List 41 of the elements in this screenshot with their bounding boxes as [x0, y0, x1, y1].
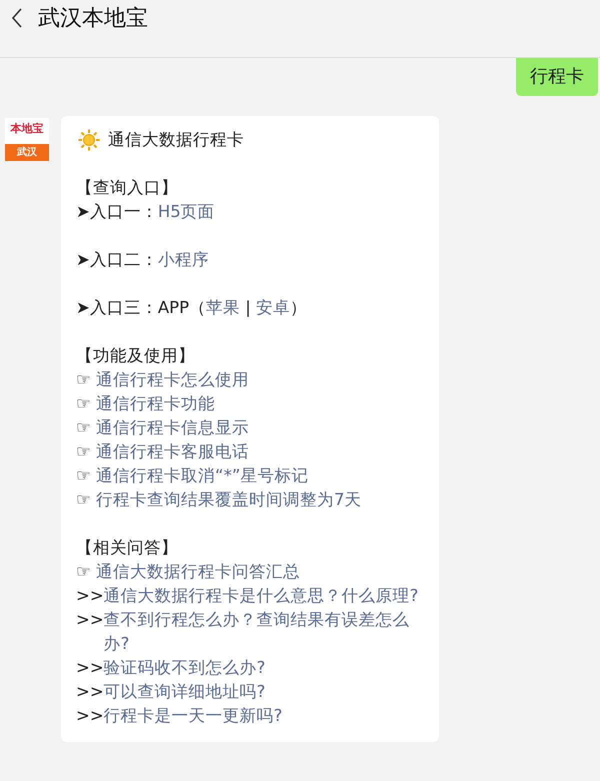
message-line: ☞ 通信行程卡信息显示 — [76, 416, 424, 440]
message-line: >>可以查询详细地址吗? — [76, 680, 424, 704]
link[interactable]: 通信大数据行程卡是什么意思？什么原理? — [104, 584, 418, 608]
link[interactable]: 通信行程卡功能 — [96, 392, 216, 416]
link[interactable]: 行程卡是一天一更新吗? — [104, 704, 282, 728]
message-line: >>通信大数据行程卡是什么意思？什么原理? — [76, 584, 424, 608]
link[interactable]: H5页面 — [158, 200, 215, 224]
message-line: ☞ 行程卡查询结果覆盖时间调整为7天 — [76, 488, 424, 512]
message-line: ☞ 通信行程卡客服电话 — [76, 440, 424, 464]
sent-message-bubble: 行程卡 — [516, 58, 598, 96]
back-icon[interactable] — [10, 7, 24, 29]
avatar-city-text: 武汉 — [5, 144, 49, 161]
message-title: 通信大数据行程卡 — [108, 129, 244, 151]
message-line: 【相关问答】 — [76, 537, 179, 559]
link[interactable]: 查不到行程怎么办？查询结果有误差怎么办? — [104, 608, 424, 656]
message-line: >>行程卡是一天一更新吗? — [76, 704, 424, 728]
link[interactable]: 通信行程卡怎么使用 — [96, 368, 250, 392]
link[interactable]: 苹果 — [206, 296, 240, 320]
link[interactable]: 安卓 — [256, 296, 290, 320]
link[interactable]: 验证码收不到怎么办? — [104, 656, 266, 680]
message-line: ☞ 通信行程卡功能 — [76, 392, 424, 416]
message-line: 【功能及使用】 — [76, 345, 196, 367]
link[interactable]: 通信大数据行程卡问答汇总 — [96, 560, 300, 584]
link[interactable]: 行程卡查询结果覆盖时间调整为7天 — [96, 488, 362, 512]
avatar-brand-text: 本地宝 — [5, 118, 49, 144]
message-line: ➤入口二：小程序 — [76, 248, 424, 272]
sun-icon — [78, 129, 100, 151]
link[interactable]: 小程序 — [158, 248, 209, 272]
link[interactable]: 通信行程卡取消“*”星号标记 — [96, 464, 308, 488]
chat-title: 武汉本地宝 — [38, 5, 148, 33]
link[interactable]: 可以查询详细地址吗? — [104, 680, 266, 704]
message-line: ➤入口三：APP（苹果 | 安卓） — [76, 296, 424, 320]
link[interactable]: 通信行程卡信息显示 — [96, 416, 250, 440]
message-line: >>查不到行程怎么办？查询结果有误差怎么办? — [76, 608, 424, 656]
message-line: >>验证码收不到怎么办? — [76, 656, 424, 680]
link[interactable]: 通信行程卡客服电话 — [96, 440, 250, 464]
message-line: ☞ 通信大数据行程卡问答汇总 — [76, 560, 424, 584]
message-line: ➤入口一：H5页面 — [76, 200, 424, 224]
message-line: ☞ 通信行程卡取消“*”星号标记 — [76, 464, 424, 488]
message-line: ☞ 通信行程卡怎么使用 — [76, 368, 424, 392]
message-line: 【查询入口】 — [76, 177, 179, 199]
